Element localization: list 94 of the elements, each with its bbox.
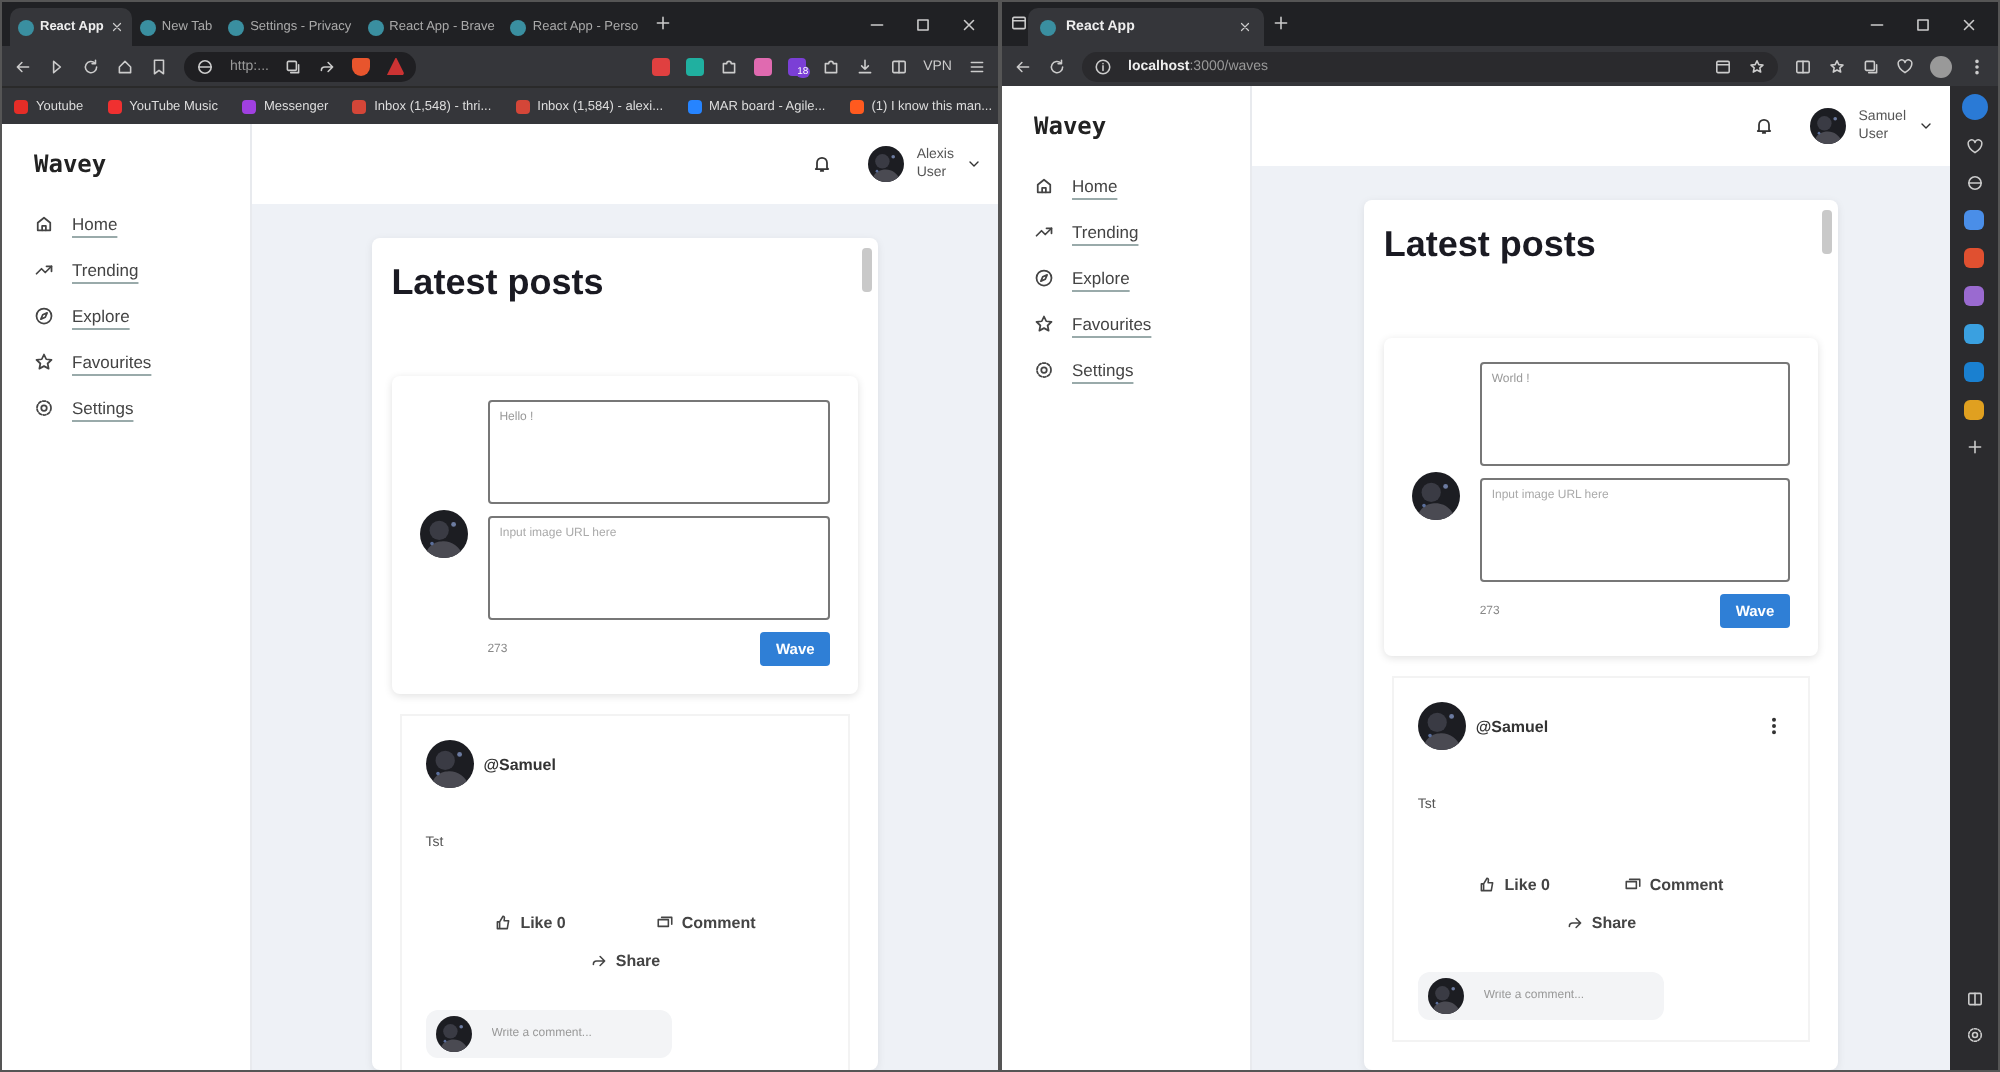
trending-icon <box>1034 222 1054 242</box>
nav-link[interactable]: Explore <box>34 306 218 326</box>
share-icon <box>1565 914 1584 932</box>
favicon-icon <box>228 19 245 35</box>
sidebar-icon[interactable] <box>889 57 908 75</box>
settings-icon <box>34 398 54 418</box>
favicon-icon <box>367 19 384 35</box>
thumb-up-icon <box>1478 876 1497 894</box>
nav-link[interactable]: Home <box>34 214 218 234</box>
screen-icon[interactable] <box>284 57 303 75</box>
compass-icon <box>34 306 54 326</box>
thumb-up-icon <box>494 914 513 932</box>
nav-link[interactable]: Home <box>1034 176 1218 196</box>
favicon-icon <box>18 19 34 35</box>
bell-icon[interactable] <box>812 154 833 174</box>
favicon-icon <box>510 19 527 35</box>
like-button[interactable]: Like 0 <box>494 914 566 932</box>
comment-button[interactable]: Comment <box>1623 876 1724 894</box>
nav-link[interactable]: Settings <box>1034 360 1218 380</box>
globe-icon <box>196 57 214 75</box>
sidebar-icon[interactable] <box>1965 990 1983 1008</box>
scrollbar[interactable] <box>1822 210 1833 254</box>
avatar <box>1427 978 1464 1014</box>
comment-icon <box>1623 876 1642 894</box>
nav-link[interactable]: Trending <box>1034 222 1218 242</box>
bookmark-icon[interactable] <box>150 57 168 75</box>
app-logo[interactable]: Wavey <box>34 150 107 178</box>
close-icon[interactable] <box>1960 15 1978 33</box>
favicon-icon <box>1040 19 1056 35</box>
nav-link[interactable]: Explore <box>1034 268 1218 288</box>
heart-icon[interactable] <box>1965 138 1983 156</box>
favicon-icon <box>139 19 156 35</box>
reload-icon[interactable] <box>1048 57 1066 75</box>
avatar <box>1417 702 1466 750</box>
reload-icon[interactable] <box>82 57 100 75</box>
comment-button[interactable]: Comment <box>655 914 756 932</box>
new-tab-icon[interactable] <box>1272 14 1290 32</box>
home-icon[interactable] <box>116 57 134 75</box>
maximize-icon[interactable] <box>914 15 932 33</box>
home-icon <box>1034 176 1054 196</box>
download-icon[interactable] <box>855 57 874 75</box>
nav-link[interactable]: Settings <box>34 398 218 418</box>
feed-title: Latest posts <box>391 262 606 304</box>
comment-icon <box>655 914 674 932</box>
profile-icon[interactable] <box>1930 55 1952 77</box>
star-icon <box>1034 314 1054 334</box>
close-icon[interactable] <box>1238 20 1252 34</box>
scrollbar[interactable] <box>862 248 873 292</box>
app-logo[interactable]: Wavey <box>1034 112 1107 140</box>
back-icon[interactable] <box>1014 57 1032 75</box>
chevron-icon[interactable] <box>966 156 982 172</box>
avatar <box>1810 108 1847 144</box>
avatar <box>425 740 474 788</box>
favorite-icon[interactable] <box>1748 57 1766 75</box>
tabs-icon[interactable] <box>1010 14 1028 32</box>
home-icon <box>34 214 54 234</box>
share-button[interactable]: Share <box>1565 914 1637 932</box>
avatar <box>1411 471 1460 519</box>
like-button[interactable]: Like 0 <box>1478 876 1550 894</box>
split-icon[interactable] <box>1794 57 1812 75</box>
share-icon[interactable] <box>318 57 337 75</box>
info-icon <box>1094 57 1112 75</box>
nav-link[interactable]: Trending <box>34 260 218 280</box>
settings-icon[interactable] <box>1965 1026 1983 1044</box>
trending-icon <box>34 260 54 280</box>
feed-title: Latest posts <box>1383 224 1598 266</box>
nav-link[interactable]: Favourites <box>34 352 218 372</box>
avatar <box>419 509 468 557</box>
post-author: @Samuel <box>1475 717 1551 735</box>
add-icon[interactable] <box>1965 438 1983 456</box>
shield-icon[interactable] <box>352 57 371 75</box>
close-icon[interactable] <box>960 15 978 33</box>
nav-link[interactable]: Favourites <box>1034 314 1218 334</box>
avatar <box>868 146 905 182</box>
close-icon[interactable] <box>109 20 124 34</box>
heart-icon[interactable] <box>1896 57 1914 75</box>
puzzle-icon[interactable] <box>821 57 840 75</box>
bell-icon[interactable] <box>1754 116 1775 136</box>
favorites-icon[interactable] <box>1828 57 1846 75</box>
collections-icon[interactable] <box>1862 57 1880 75</box>
app-icon[interactable] <box>1714 57 1732 75</box>
share-icon <box>589 952 608 970</box>
maximize-icon[interactable] <box>1914 15 1932 33</box>
avatar <box>435 1016 472 1052</box>
compass-icon <box>1034 268 1054 288</box>
new-tab-icon[interactable] <box>654 14 673 32</box>
post-author: @Samuel <box>483 755 558 773</box>
share-button[interactable]: Share <box>589 952 661 970</box>
back-icon[interactable] <box>14 57 32 75</box>
settings-icon <box>1034 360 1054 380</box>
forward-icon[interactable] <box>48 57 66 75</box>
menu-icon[interactable] <box>968 57 986 75</box>
chevron-icon[interactable] <box>1918 118 1934 134</box>
star-icon <box>34 352 54 372</box>
